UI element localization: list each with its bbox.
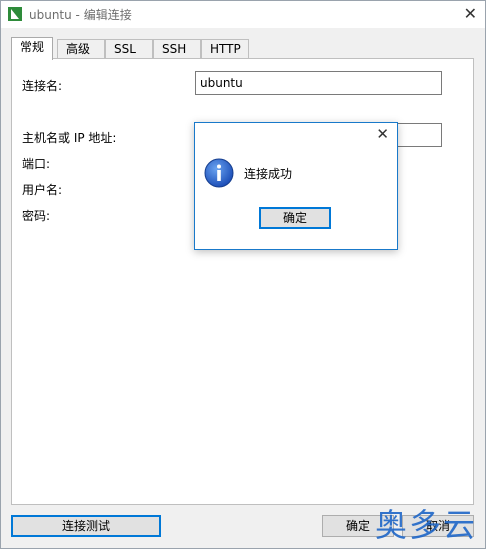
dialog-ok-button[interactable]: 确定 (259, 207, 331, 229)
tab-advanced[interactable]: 高级 (57, 39, 105, 59)
title-bar: ubuntu - 编辑连接 ✕ (1, 1, 485, 28)
port-label: 端口: (22, 157, 51, 171)
tab-http[interactable]: HTTP (201, 39, 249, 59)
tab-ssl[interactable]: SSL (105, 39, 153, 59)
password-label: 密码: (22, 209, 51, 223)
dialog-message: 连接成功 (244, 167, 293, 181)
success-dialog: ✕ 连接成功 确定 (194, 122, 398, 250)
dialog-close-icon[interactable]: ✕ (376, 125, 389, 143)
username-label: 用户名: (22, 183, 63, 197)
tab-general[interactable]: 常规 (11, 37, 53, 60)
info-icon (204, 158, 234, 188)
test-connection-button[interactable]: 连接测试 (11, 515, 161, 537)
window-close-icon[interactable]: ✕ (464, 4, 477, 23)
dialog-title-bar: ✕ (195, 123, 397, 147)
edit-connection-window: ubuntu - 编辑连接 ✕ 常规 高级 SSL SSH HTTP 连接名: … (0, 0, 486, 549)
navicat-leaf-icon (8, 7, 22, 21)
tab-ssh[interactable]: SSH (153, 39, 201, 59)
watermark-logo: 奥多云 (374, 506, 477, 544)
window-title: ubuntu - 编辑连接 (29, 8, 132, 22)
host-label: 主机名或 IP 地址: (22, 131, 117, 145)
dialog-body: 连接成功 确定 (195, 147, 397, 249)
connection-name-label: 连接名: (22, 79, 63, 93)
connection-name-input[interactable]: ubuntu (195, 71, 442, 95)
